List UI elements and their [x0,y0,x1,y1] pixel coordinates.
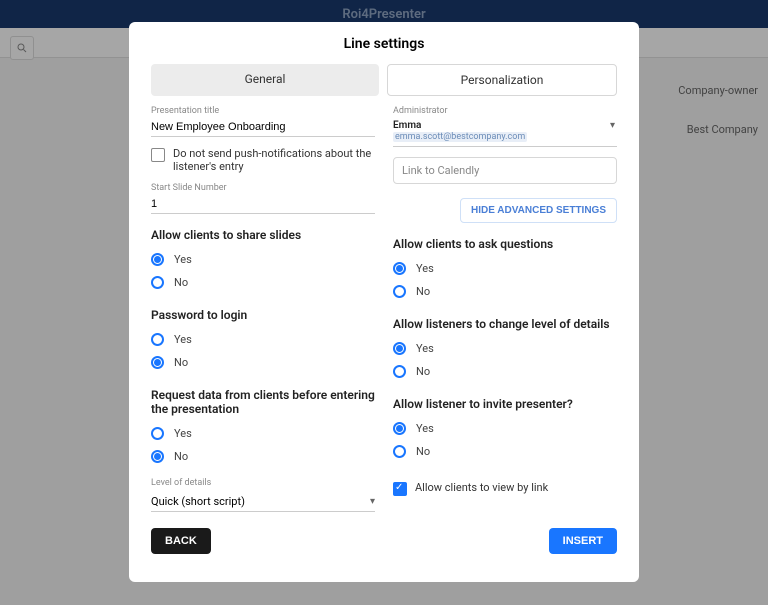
calendly-input[interactable]: Link to Calendly [393,157,617,184]
left-column: Presentation title Do not send push-noti… [151,106,375,512]
invite-title: Allow listener to invite presenter? [393,397,617,411]
radio-icon [151,450,164,463]
no-push-label: Do not send push-notifications about the… [173,147,375,173]
presentation-title-input[interactable] [151,118,375,137]
presentation-title-label: Presentation title [151,106,375,116]
pwd-no[interactable]: No [151,356,375,369]
ask-title: Allow clients to ask questions [393,237,617,251]
radio-icon [393,262,406,275]
back-button[interactable]: BACK [151,528,211,554]
admin-email: emma.scott@bestcompany.com [393,132,527,142]
tab-general[interactable]: General [151,64,379,96]
invite-yes[interactable]: Yes [393,422,617,435]
level-title: Allow listeners to change level of detai… [393,317,617,331]
radio-icon [393,285,406,298]
modal-overlay: Line settings General Personalization Pr… [0,0,768,605]
admin-select[interactable]: Emma emma.scott@bestcompany.com ▾ [393,118,617,147]
pwd-title: Password to login [151,308,375,322]
level-yes[interactable]: Yes [393,342,617,355]
radio-icon [151,427,164,440]
req-no[interactable]: No [151,450,375,463]
chevron-down-icon: ▾ [610,120,615,131]
req-yes[interactable]: Yes [151,427,375,440]
lod-label: Level of details [151,478,375,488]
radio-icon [393,422,406,435]
hide-advanced-button[interactable]: HIDE ADVANCED SETTINGS [460,198,617,223]
share-yes[interactable]: Yes [151,253,375,266]
pwd-yes[interactable]: Yes [151,333,375,346]
share-title: Allow clients to share slides [151,228,375,242]
lod-select[interactable]: Quick (short script) ▾ [151,492,375,512]
tab-personalization[interactable]: Personalization [387,64,617,96]
radio-icon [393,445,406,458]
right-column: Administrator Emma emma.scott@bestcompan… [393,106,617,512]
level-no[interactable]: No [393,365,617,378]
start-slide-label: Start Slide Number [151,183,375,193]
radio-icon [151,276,164,289]
lod-value: Quick (short script) [151,495,245,508]
no-push-checkbox[interactable] [151,148,165,162]
radio-icon [151,253,164,266]
modal-footer: BACK INSERT [151,528,617,554]
line-settings-modal: Line settings General Personalization Pr… [129,22,639,582]
view-link-checkbox[interactable] [393,482,407,496]
insert-button[interactable]: INSERT [549,528,617,554]
start-slide-input[interactable] [151,195,375,214]
share-no[interactable]: No [151,276,375,289]
chevron-down-icon: ▾ [370,496,375,507]
req-title: Request data from clients before enterin… [151,388,375,416]
tabs: General Personalization [151,64,617,96]
radio-icon [151,356,164,369]
invite-no[interactable]: No [393,445,617,458]
ask-yes[interactable]: Yes [393,262,617,275]
modal-title: Line settings [151,36,617,52]
no-push-row[interactable]: Do not send push-notifications about the… [151,147,375,173]
admin-label: Administrator [393,106,617,116]
ask-no[interactable]: No [393,285,617,298]
admin-name: Emma [393,120,617,131]
radio-icon [393,365,406,378]
view-link-label: Allow clients to view by link [415,481,548,494]
view-link-row[interactable]: Allow clients to view by link [393,481,617,496]
radio-icon [151,333,164,346]
radio-icon [393,342,406,355]
